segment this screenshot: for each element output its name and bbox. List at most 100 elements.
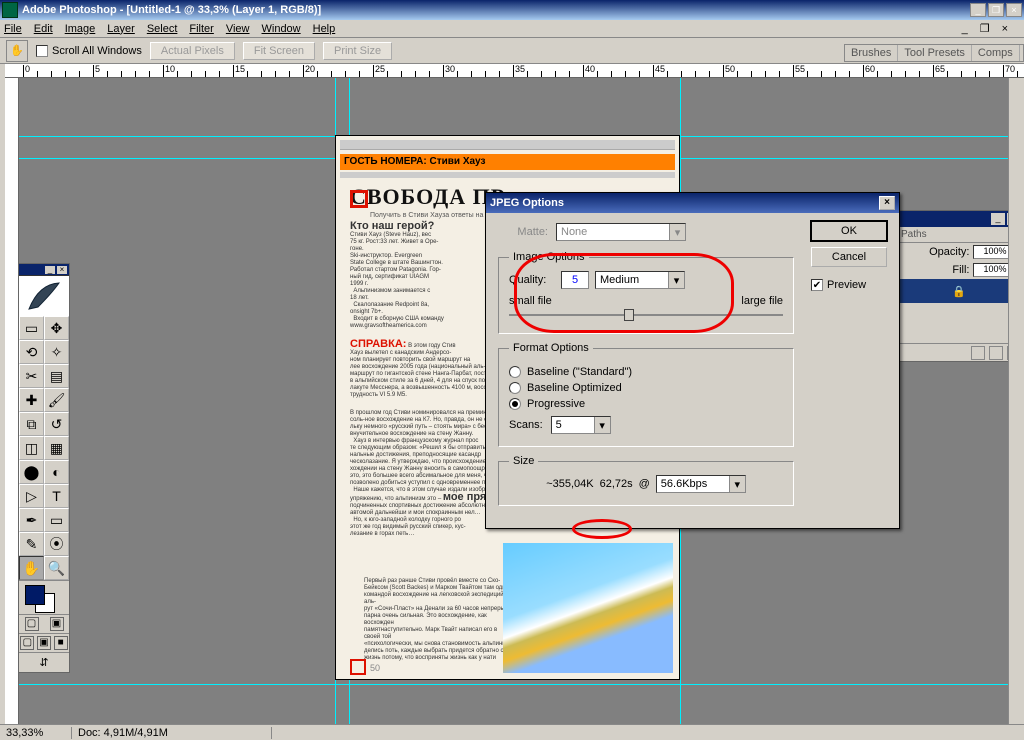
ruler-horizontal[interactable]: 0510152025303540455055606570 [5, 64, 1024, 78]
color-swatches[interactable] [19, 580, 69, 614]
menu-view[interactable]: View [226, 23, 250, 35]
baseline-optimized-radio[interactable]: Baseline Optimized [509, 382, 783, 394]
doc-restore-button[interactable]: ❐ [980, 22, 990, 35]
quality-slider[interactable] [509, 309, 783, 321]
pen-tool-icon[interactable]: ✒ [19, 508, 44, 532]
bandwidth-dropdown[interactable]: 56.6Kbps▾ [656, 475, 746, 493]
tab-paths[interactable]: Paths [895, 227, 933, 242]
imageready-button[interactable]: ⇵ [19, 652, 69, 672]
dialog-close-button[interactable]: × [879, 196, 895, 210]
hand-tool-icon[interactable]: ✋ [6, 40, 28, 62]
menu-filter[interactable]: Filter [189, 23, 213, 35]
blur-tool-icon[interactable]: ⬤ [19, 460, 44, 484]
hand-tool-icon[interactable]: ✋ [19, 556, 44, 580]
doc-text: Кто наш герой? Стиви Хауз (Steve Hauz), … [350, 223, 490, 337]
crop-tool-icon[interactable]: ✂ [19, 364, 44, 388]
baseline-standard-radio[interactable]: Baseline ("Standard") [509, 366, 783, 378]
toolbox-header[interactable]: _× [19, 264, 69, 276]
brush-tool-icon[interactable]: 🖌 [44, 388, 69, 412]
quality-field[interactable] [561, 271, 589, 289]
opacity-label: Opacity: [929, 246, 969, 258]
scans-dropdown[interactable]: 5▾ [551, 416, 611, 434]
quickmask-mode-icon[interactable]: ▣ [50, 617, 64, 631]
cancel-button[interactable]: Cancel [811, 247, 887, 267]
panel-min-icon[interactable]: _ [991, 213, 1005, 225]
app-title: Adobe Photoshop - [Untitled-1 @ 33,3% (L… [22, 4, 968, 16]
tab-brushes[interactable]: Brushes [845, 45, 898, 61]
wand-tool-icon[interactable]: ✧ [44, 340, 69, 364]
toolbox: _× ▭ ✥ ⟲ ✧ ✂ ▤ ✚ 🖌 ⧉ ↺ ◫ ▦ ⬤ ◐ ▷ T ✒ ▭ ✎… [18, 263, 70, 673]
scroll-all-checkbox[interactable]: Scroll All Windows [36, 45, 142, 57]
heal-tool-icon[interactable]: ✚ [19, 388, 44, 412]
app-titlebar: Adobe Photoshop - [Untitled-1 @ 33,3% (L… [0, 0, 1024, 20]
menu-edit[interactable]: Edit [34, 23, 53, 35]
zoom-tool-icon[interactable]: 🔍 [44, 556, 69, 580]
menu-layer[interactable]: Layer [107, 23, 135, 35]
image-options-legend: Image Options [509, 251, 589, 263]
minimize-button[interactable]: _ [970, 3, 986, 17]
matte-label: Matte: [498, 226, 548, 238]
eyedrop-tool-icon[interactable]: ⦿ [44, 532, 69, 556]
lasso-tool-icon[interactable]: ⟲ [19, 340, 44, 364]
dodge-tool-icon[interactable]: ◐ [44, 460, 69, 484]
screen-mode-2-icon[interactable]: ▣ [37, 636, 51, 650]
layer-row[interactable]: 🔒 [895, 279, 1023, 303]
menu-select[interactable]: Select [147, 23, 178, 35]
marquee-tool-icon[interactable]: ▭ [19, 316, 44, 340]
new-layer-icon[interactable] [971, 346, 985, 360]
palette-well: Brushes Tool Presets Comps [844, 44, 1024, 62]
matte-dropdown[interactable]: None▾ [556, 223, 686, 241]
foreground-color[interactable] [25, 585, 45, 605]
guide-line[interactable] [19, 684, 1008, 685]
slice-tool-icon[interactable]: ▤ [44, 364, 69, 388]
path-tool-icon[interactable]: ▷ [19, 484, 44, 508]
delete-layer-icon[interactable] [989, 346, 1003, 360]
zoom-readout[interactable]: 33,33% [0, 727, 72, 739]
layers-panel: _× Paths Opacity: 100% ▸ Fill: 100% ▸ 🔒 [894, 210, 1024, 362]
menu-image[interactable]: Image [65, 23, 96, 35]
doc-close-button[interactable]: × [1002, 23, 1008, 35]
preview-checkbox[interactable]: ✔ Preview [811, 279, 887, 291]
fit-screen-button[interactable]: Fit Screen [243, 42, 315, 60]
doc-minimize-button[interactable]: _ [962, 23, 968, 35]
tab-tool-presets[interactable]: Tool Presets [898, 45, 972, 61]
doc-size-readout[interactable]: Doc: 4,91M/4,91M [72, 727, 272, 739]
screen-mode-3-icon[interactable]: ■ [54, 636, 68, 650]
ok-button[interactable]: OK [811, 221, 887, 241]
menu-window[interactable]: Window [262, 23, 301, 35]
preview-label: Preview [827, 279, 866, 291]
doc-red-square-icon [350, 659, 366, 675]
gradient-tool-icon[interactable]: ▦ [44, 436, 69, 460]
fill-label: Fill: [952, 264, 969, 276]
restore-button[interactable]: ❐ [988, 3, 1004, 17]
scans-label: Scans: [509, 419, 543, 431]
ruler-vertical[interactable] [5, 78, 19, 724]
format-options-legend: Format Options [509, 342, 593, 354]
stamp-tool-icon[interactable]: ⧉ [19, 412, 44, 436]
actual-pixels-button[interactable]: Actual Pixels [150, 42, 235, 60]
menu-help[interactable]: Help [313, 23, 336, 35]
size-group: Size ~355,04K 62,72s @ 56.6Kbps▾ [498, 455, 794, 506]
screen-mode-1-icon[interactable]: ▢ [20, 636, 34, 650]
tab-comps[interactable]: Comps [972, 45, 1020, 61]
type-tool-icon[interactable]: T [44, 484, 69, 508]
size-legend: Size [509, 455, 538, 467]
doc-red-square-icon [350, 190, 368, 208]
large-file-label: large file [741, 295, 783, 307]
opacity-field[interactable]: 100% [973, 245, 1009, 259]
dialog-titlebar[interactable]: JPEG Options × [486, 193, 899, 213]
print-size-button[interactable]: Print Size [323, 42, 392, 60]
standard-mode-icon[interactable]: ▢ [25, 617, 39, 631]
progressive-radio[interactable]: Progressive [509, 398, 783, 410]
shape-tool-icon[interactable]: ▭ [44, 508, 69, 532]
scrollbar-vertical[interactable] [1008, 78, 1024, 724]
notes-tool-icon[interactable]: ✎ [19, 532, 44, 556]
eraser-tool-icon[interactable]: ◫ [19, 436, 44, 460]
history-brush-icon[interactable]: ↺ [44, 412, 69, 436]
fill-field[interactable]: 100% [973, 263, 1009, 277]
move-tool-icon[interactable]: ✥ [44, 316, 69, 340]
menu-file[interactable]: File [4, 23, 22, 35]
close-button[interactable]: × [1006, 3, 1022, 17]
quality-dropdown[interactable]: Medium▾ [595, 271, 685, 289]
scroll-all-label: Scroll All Windows [52, 45, 142, 57]
